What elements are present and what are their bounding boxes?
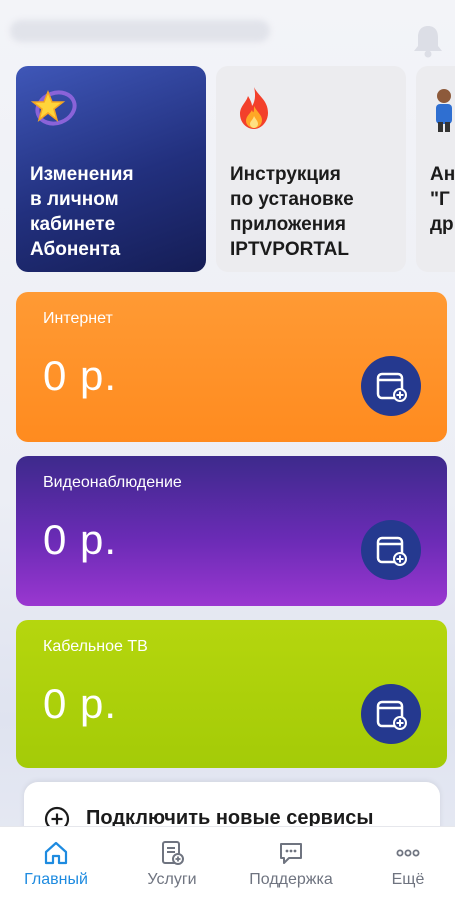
star-icon <box>30 84 78 132</box>
nav-item-services[interactable]: Услуги <box>130 827 214 900</box>
services-list-icon <box>158 839 186 867</box>
nav-label: Ещё <box>391 871 425 888</box>
home-icon <box>42 839 70 867</box>
story-card-iptvportal[interactable]: Инструкция по установке приложения IPTVP… <box>216 66 406 272</box>
bottom-navigation: Главный Услуги Поддержка Ещё <box>0 826 455 900</box>
add-service-button[interactable] <box>361 520 421 580</box>
folder-add-icon <box>376 372 407 402</box>
folder-add-icon <box>376 700 407 730</box>
story-card-account-changes[interactable]: Изменения в личном кабинете Абонента <box>16 66 206 272</box>
nav-label: Главный <box>24 871 88 888</box>
add-service-button[interactable] <box>361 356 421 416</box>
nav-label: Услуги <box>147 871 197 888</box>
service-card-video-surveillance[interactable]: Видеонаблюдение 0 р. <box>16 456 447 606</box>
folder-add-icon <box>376 536 407 566</box>
nav-item-home[interactable]: Главный <box>14 827 98 900</box>
nav-item-more[interactable]: Ещё <box>368 827 448 900</box>
card-balance: 0 р. <box>43 352 118 399</box>
card-title: Видеонаблюдение <box>43 474 182 491</box>
story-text: Изменения в личном кабинете Абонента <box>30 164 134 260</box>
stories-carousel[interactable]: Изменения в личном кабинете Абонента Инс… <box>0 66 455 276</box>
nav-label: Поддержка <box>249 871 333 888</box>
card-balance: 0 р. <box>43 680 118 727</box>
card-title: Кабельное ТВ <box>43 638 148 655</box>
fire-icon <box>230 84 278 132</box>
bell-icon[interactable] <box>408 20 448 60</box>
card-title: Интернет <box>43 310 113 327</box>
story-text: Инструкция по установке приложения IPTVP… <box>230 164 354 260</box>
story-card-partial[interactable]: Ан "Г др <box>416 66 455 272</box>
account-name-blurred <box>10 20 270 42</box>
service-card-internet[interactable]: Интернет 0 р. <box>16 292 447 442</box>
more-dots-icon <box>394 839 422 867</box>
service-card-cable-tv[interactable]: Кабельное ТВ 0 р. <box>16 620 447 768</box>
nav-item-support[interactable]: Поддержка <box>232 827 350 900</box>
card-balance: 0 р. <box>43 516 118 563</box>
chat-bubble-icon <box>277 839 305 867</box>
top-bar <box>0 0 455 64</box>
person-icon <box>430 84 455 132</box>
story-text: Ан "Г др <box>430 164 455 235</box>
add-service-button[interactable] <box>361 684 421 744</box>
